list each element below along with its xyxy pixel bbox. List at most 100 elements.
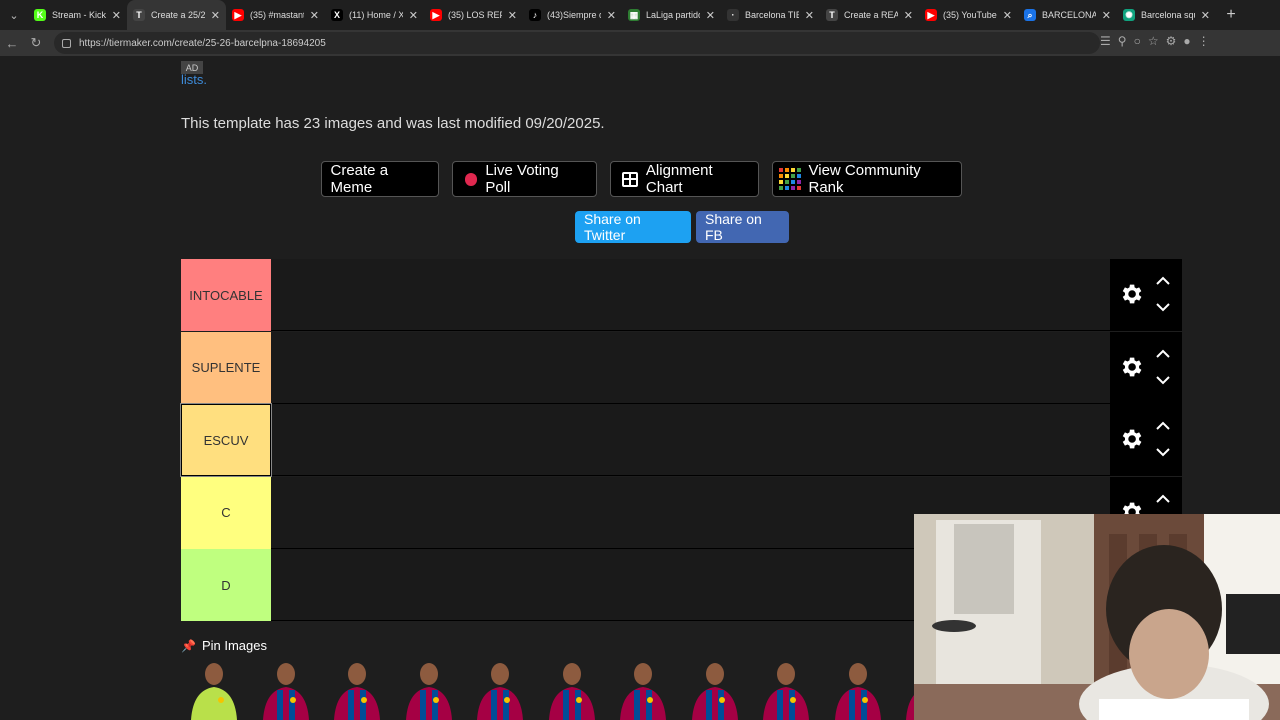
alignment-label: Alignment Chart	[645, 162, 713, 196]
lists-link[interactable]: lists.	[181, 72, 207, 87]
tier-drop-zone[interactable]	[271, 259, 1110, 331]
player-image[interactable]	[324, 660, 390, 720]
action-buttons: Create a Meme Live Voting Poll Alignment…	[0, 161, 1280, 197]
browser-tab[interactable]: K Stream - Kick Da ✕	[28, 0, 127, 30]
live-dot-icon	[464, 172, 478, 186]
tab-favicon-icon: ▶	[232, 9, 244, 21]
tab-close-icon[interactable]: ✕	[112, 9, 121, 22]
tab-title: LaLiga partido	[646, 10, 700, 20]
browser-tab[interactable]: ▶ (35) YouTube ✕	[919, 0, 1018, 30]
template-info: This template has 23 images and was last…	[181, 115, 605, 132]
tab-close-icon[interactable]: ✕	[607, 9, 616, 22]
profile-icon[interactable]: ●	[1183, 34, 1190, 48]
translate-icon[interactable]: ☰	[1100, 34, 1111, 48]
tab-favicon-icon: X	[331, 9, 343, 21]
tab-close-icon[interactable]: ✕	[1102, 9, 1111, 22]
alignment-chart-button[interactable]: Alignment Chart	[609, 161, 759, 197]
chevron-down-icon[interactable]	[1155, 372, 1171, 388]
zoom-icon[interactable]: ⚲	[1118, 34, 1127, 48]
tab-title: Barcelona squa	[1141, 10, 1195, 20]
browser-tab[interactable]: ▶ (35) LOS REPEI ✕	[424, 0, 523, 30]
tab-close-icon[interactable]: ✕	[805, 9, 814, 22]
menu-icon[interactable]: ⋮	[1198, 34, 1210, 48]
create-meme-button[interactable]: Create a Meme	[320, 161, 439, 197]
browser-tab[interactable]: T Create a REAL I ✕	[820, 0, 919, 30]
tier-drop-zone[interactable]	[271, 332, 1110, 404]
back-icon[interactable]: ←	[0, 36, 24, 51]
chevron-up-icon[interactable]	[1155, 273, 1171, 289]
tier-label[interactable]: SUPLENTE	[181, 331, 271, 404]
tab-title: (43)Siempre qu	[547, 10, 601, 20]
browser-tab[interactable]: ⌕ BARCELONA TI ✕	[1018, 0, 1117, 30]
settings-icon[interactable]: ⚙	[1166, 34, 1177, 48]
player-image[interactable]	[181, 660, 247, 720]
chevron-up-icon[interactable]	[1155, 491, 1171, 507]
gear-icon[interactable]	[1118, 426, 1144, 452]
tab-close-icon[interactable]: ✕	[1201, 9, 1210, 22]
new-tab-button[interactable]: +	[1216, 6, 1246, 24]
pin-images-toggle[interactable]: 📌 Pin Images	[181, 638, 267, 653]
bookmark-star-icon[interactable]: ☆	[1148, 34, 1159, 48]
tab-favicon-icon: T	[133, 9, 145, 21]
tab-close-icon[interactable]: ✕	[310, 9, 319, 22]
gear-icon[interactable]	[1118, 354, 1144, 380]
tier-row: SUPLENTE	[181, 331, 1182, 404]
tier-drop-zone[interactable]	[271, 404, 1110, 476]
create-meme-label: Create a Meme	[330, 162, 389, 196]
tab-title: (35) YouTube	[943, 10, 997, 20]
tier-controls	[1110, 259, 1182, 331]
browser-tab-strip: ⌄ K Stream - Kick Da ✕ T Create a 25/26 ✕ ▶ (35…	[0, 0, 1280, 30]
browser-tab[interactable]: ♪ (43)Siempre qu ✕	[523, 0, 622, 30]
tab-favicon-icon: ✺	[1123, 9, 1135, 21]
tab-close-icon[interactable]: ✕	[409, 9, 418, 22]
tab-favicon-icon: ▶	[925, 9, 937, 21]
address-bar[interactable]: https://tiermaker.com/create/25-26-barce…	[54, 32, 1100, 54]
player-image[interactable]	[610, 660, 676, 720]
tab-title: Stream - Kick Da	[52, 10, 106, 20]
chevron-up-icon[interactable]	[1155, 418, 1171, 434]
chevron-up-icon[interactable]	[1155, 346, 1171, 362]
player-image[interactable]	[753, 660, 819, 720]
player-image[interactable]	[396, 660, 462, 720]
tab-close-icon[interactable]: ✕	[508, 9, 517, 22]
tab-favicon-icon: ♪	[529, 9, 541, 21]
chevron-down-icon[interactable]	[1155, 444, 1171, 460]
grid-icon	[621, 171, 638, 187]
tab-close-icon[interactable]: ✕	[904, 9, 913, 22]
share-fb-button[interactable]: Share on FB	[696, 211, 789, 243]
reload-icon[interactable]: ↻	[24, 35, 48, 51]
browser-tab[interactable]: ✺ Barcelona squa ✕	[1117, 0, 1216, 30]
tab-close-icon[interactable]: ✕	[211, 9, 220, 22]
player-image[interactable]	[467, 660, 533, 720]
tab-title: Create a 25/26	[151, 10, 205, 20]
gear-icon[interactable]	[1118, 281, 1144, 307]
extensions-icon[interactable]: ○	[1134, 34, 1141, 48]
player-image[interactable]	[825, 660, 891, 720]
image-pool	[181, 660, 952, 720]
tier-label[interactable]: D	[181, 549, 271, 621]
player-image[interactable]	[682, 660, 748, 720]
chevron-down-icon[interactable]	[1155, 299, 1171, 315]
share-twitter-button[interactable]: Share on Twitter	[575, 211, 691, 243]
community-rank-button[interactable]: View Community Rank	[771, 161, 962, 197]
tab-title: Barcelona TIER	[745, 10, 799, 20]
tier-label[interactable]: ESCUV	[180, 403, 272, 477]
tab-title: BARCELONA TI	[1042, 10, 1096, 20]
browser-tab[interactable]: · Barcelona TIER ✕	[721, 0, 820, 30]
browser-tab[interactable]: X (11) Home / X ✕	[325, 0, 424, 30]
tier-label[interactable]: INTOCABLE	[181, 259, 271, 331]
tab-search-icon[interactable]: ⌄	[0, 0, 28, 30]
browser-tab[interactable]: ▶ (35) #mastantu ✕	[226, 0, 325, 30]
tier-label[interactable]: C	[181, 476, 271, 549]
share-buttons: Share on Twitter Share on FB	[575, 211, 789, 243]
browser-tab[interactable]: T Create a 25/26 ✕	[127, 0, 226, 30]
tab-favicon-icon: ⌕	[1024, 9, 1036, 21]
tab-close-icon[interactable]: ✕	[1003, 9, 1012, 22]
browser-tab[interactable]: ▦ LaLiga partido ✕	[622, 0, 721, 30]
tab-close-icon[interactable]: ✕	[706, 9, 715, 22]
player-image[interactable]	[253, 660, 319, 720]
live-voting-poll-button[interactable]: Live Voting Poll	[451, 161, 597, 197]
player-image[interactable]	[539, 660, 605, 720]
site-info-icon[interactable]	[62, 38, 71, 48]
tab-favicon-icon: T	[826, 9, 838, 21]
